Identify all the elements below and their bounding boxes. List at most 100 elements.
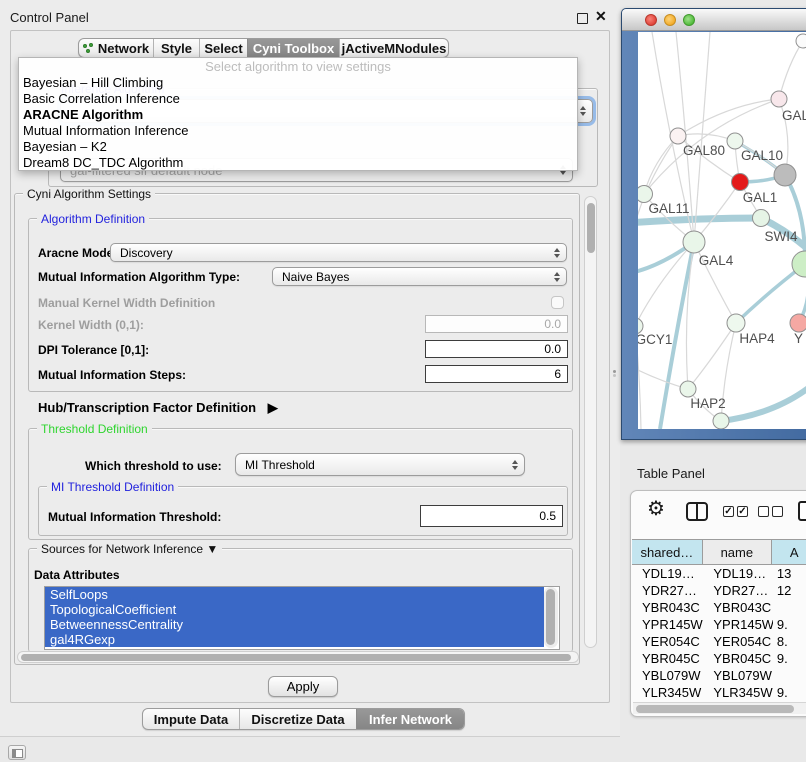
apply-button[interactable]: Apply [268, 676, 338, 697]
network-node-gal[interactable] [771, 91, 787, 107]
tab-discretize-data[interactable]: Discretize Data [239, 709, 356, 729]
table-row[interactable]: YDL19…YDL19…13 [632, 565, 806, 582]
column-header-1[interactable]: shared… [632, 540, 703, 564]
data-attribute-item[interactable]: BetweennessCentrality [45, 617, 544, 632]
tab-label: Impute Data [154, 712, 228, 727]
data-attribute-item[interactable]: gal4RGexp [45, 632, 544, 647]
table-row[interactable]: YBL079WYBL079W [632, 667, 806, 684]
table-cell: 9. [773, 616, 806, 633]
algorithm-option[interactable]: Bayesian – Hill Climbing [19, 75, 577, 91]
aracne-mode-combo[interactable]: Discovery [110, 243, 567, 262]
tab-infer-network[interactable]: Infer Network [356, 709, 464, 729]
table-row[interactable]: YLR345WYLR345W9. [632, 684, 806, 701]
network-node-gal1[interactable] [732, 174, 749, 191]
table-row[interactable]: YER054CYER054C8. [632, 633, 806, 650]
network-node[interactable] [796, 34, 806, 48]
close-window-icon[interactable] [645, 14, 657, 26]
checked-checkbox-icon[interactable]: ✓ [723, 506, 734, 517]
combo-stepper-icon [554, 272, 560, 282]
kernel-width-input[interactable]: 0.0 [425, 315, 568, 333]
mi-steps-input[interactable]: 6 [425, 365, 568, 383]
settings-horizontal-scrollbar[interactable] [17, 651, 579, 663]
tab-style[interactable]: Style [153, 39, 199, 57]
column-header-3[interactable]: A [772, 540, 806, 564]
data-attribute-item[interactable]: SelfLoops [45, 587, 544, 602]
close-panel-icon[interactable]: ✕ [595, 8, 607, 25]
algorithm-option[interactable]: Bayesian – K2 [19, 139, 577, 155]
network-edge[interactable] [638, 136, 678, 326]
algorithm-option[interactable]: Mutual Information Inference [19, 123, 577, 139]
algorithm-option[interactable]: Dream8 DC_TDC Algorithm [19, 155, 577, 171]
network-canvas[interactable]: GALGAL80GAL10GAL1GAL11SWI4GAL4GCY1HAP4YH… [638, 32, 806, 429]
mi-type-combo[interactable]: Naive Bayes [272, 267, 567, 286]
column-header-2[interactable]: name [703, 540, 772, 564]
network-window[interactable]: GALGAL80GAL10GAL1GAL11SWI4GAL4GCY1HAP4YH… [621, 8, 806, 440]
network-edge-highlighted[interactable] [721, 382, 806, 421]
table-row[interactable]: YBR043CYBR043C [632, 599, 806, 616]
mi-steps-label: Mutual Information Steps: [38, 368, 186, 382]
table-cell [773, 667, 806, 684]
which-threshold-combo[interactable]: MI Threshold [235, 453, 525, 476]
network-node-hap4[interactable] [727, 314, 745, 332]
tab-label: Network [98, 41, 149, 56]
hub-definition-expander[interactable]: Hub/Transcription Factor Definition ▶ [38, 400, 278, 416]
network-node-swi4[interactable] [753, 210, 770, 227]
tab-network[interactable]: Network [79, 39, 153, 57]
dpi-tolerance-input[interactable]: 0.0 [425, 340, 568, 358]
network-node-gal11[interactable] [638, 186, 653, 203]
mi-type-label: Mutual Information Algorithm Type: [38, 270, 240, 284]
panel-splitter-handle[interactable] [612, 370, 616, 377]
network-edge[interactable] [779, 41, 803, 99]
tab-cyni-toolbox[interactable]: Cyni Toolbox [247, 39, 339, 57]
network-node-gal4[interactable] [683, 231, 705, 253]
data-attributes-list[interactable]: SelfLoopsTopologicalCoefficientBetweenne… [44, 586, 560, 650]
unchecked-checkbox-icon[interactable] [772, 506, 783, 517]
network-edge-highlighted[interactable] [638, 218, 761, 223]
table-cell: YPR145W [632, 616, 703, 633]
settings-vertical-scrollbar[interactable] [584, 196, 597, 648]
manual-kernel-checkbox[interactable] [551, 296, 564, 309]
mi-threshold-input[interactable]: 0.5 [420, 505, 563, 527]
zoom-window-icon[interactable] [683, 14, 695, 26]
minimized-panel-icon[interactable] [8, 745, 26, 760]
table-panel: ⚙ ✓ ✓ shared…nameA YDL19…YDL19…13YDR27…Y… [630, 490, 806, 717]
node-label: HAP4 [739, 331, 775, 346]
network-edge[interactable] [694, 32, 710, 242]
algorithm-option[interactable]: Basic Correlation Inference [19, 91, 577, 107]
network-node-gal10[interactable] [727, 133, 743, 149]
attributes-scrollbar[interactable] [544, 587, 558, 648]
network-edge-highlighted[interactable] [785, 175, 805, 264]
combo-stepper-icon [554, 248, 560, 258]
network-node-y[interactable] [790, 314, 806, 332]
combo-stepper-icon [580, 106, 586, 116]
table-row[interactable]: YPR145WYPR145W9. [632, 616, 806, 633]
algorithm-option[interactable]: ARACNE Algorithm [19, 107, 577, 123]
tab-select[interactable]: Select [199, 39, 247, 57]
data-attribute-item[interactable]: TopologicalCoefficient [45, 602, 544, 617]
tab-label: jActiveMNodules [342, 41, 447, 56]
table-horizontal-scrollbar[interactable] [633, 702, 806, 714]
table-cell: 8. [773, 633, 806, 650]
table-row[interactable]: YBR045CYBR045C9. [632, 650, 806, 667]
node-label: GAL80 [683, 143, 725, 158]
table-row[interactable]: YDR27…YDR27…12 [632, 582, 806, 599]
network-edge-highlighted[interactable] [736, 264, 805, 323]
tab-impute-data[interactable]: Impute Data [143, 709, 239, 729]
dropdown-placeholder: Select algorithm to view settings [19, 58, 577, 75]
tab-jactivemnodules[interactable]: jActiveMNodules [339, 39, 448, 57]
split-columns-icon[interactable] [686, 502, 708, 521]
unchecked-checkbox-icon[interactable] [758, 506, 769, 517]
network-node[interactable] [774, 164, 796, 186]
network-window-titlebar[interactable] [622, 9, 806, 31]
network-node[interactable] [713, 413, 729, 429]
network-node-hap2[interactable] [680, 381, 696, 397]
collapse-down-icon[interactable]: ▼ [206, 542, 218, 556]
checked-checkbox-icon[interactable]: ✓ [737, 506, 748, 517]
new-table-icon[interactable] [798, 501, 806, 521]
table-cell: YBR045C [632, 650, 703, 667]
gear-icon[interactable]: ⚙ [647, 499, 665, 519]
float-panel-icon[interactable] [577, 13, 588, 24]
network-node-gal80[interactable] [670, 128, 686, 144]
minimize-window-icon[interactable] [664, 14, 676, 26]
table-header-row: shared…nameA [632, 539, 806, 565]
